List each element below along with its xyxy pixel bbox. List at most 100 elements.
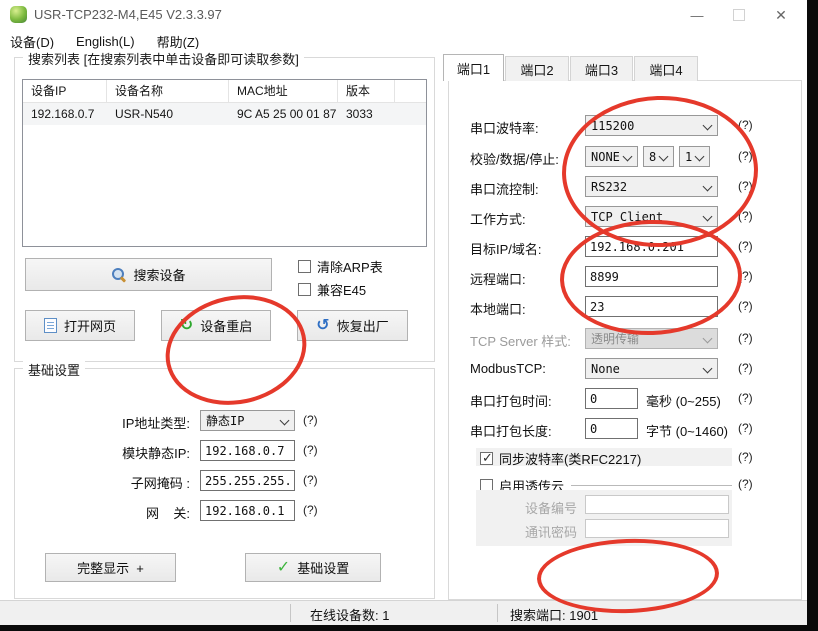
subnet-mask-field[interactable] [200, 470, 295, 491]
local-port-field[interactable] [585, 296, 718, 317]
status-bar: 在线设备数: 1 搜索端口: 1901 [0, 600, 807, 625]
flow-control-select[interactable]: RS232 [585, 176, 718, 197]
static-ip-field[interactable] [200, 440, 295, 461]
subnet-mask-help[interactable]: (?) [303, 473, 318, 487]
cell-version: 3033 [338, 103, 395, 125]
modbus-tcp-help[interactable]: (?) [738, 361, 753, 375]
restart-device-label: 设备重启 [200, 316, 252, 335]
menu-english[interactable]: English(L) [76, 34, 135, 49]
app-icon [10, 6, 27, 23]
static-ip-label: 模块静态IP: [25, 443, 190, 462]
full-display-button[interactable]: 完整显示 + [45, 553, 176, 582]
tab-port4[interactable]: 端口4 [634, 56, 698, 81]
basic-settings-group: 基础设置 IP地址类型: 静态IP (?) 模块静态IP: (?) 子网掩码 :… [14, 368, 435, 599]
parity-value: NONE [591, 150, 620, 164]
check-icon [277, 560, 290, 576]
flow-control-help[interactable]: (?) [738, 179, 753, 193]
compat-e45-checkbox[interactable]: 兼容E45 [298, 280, 366, 299]
parity-help[interactable]: (?) [738, 149, 753, 163]
basic-settings-apply-button[interactable]: 基础设置 [245, 553, 381, 582]
maximize-icon [733, 9, 745, 21]
static-ip-help[interactable]: (?) [303, 443, 318, 457]
pack-time-help[interactable]: (?) [738, 391, 753, 405]
cloud-enable-help[interactable]: (?) [738, 477, 753, 491]
work-mode-label: 工作方式: [470, 209, 526, 228]
local-port-label: 本地端口: [470, 299, 526, 318]
cloud-device-id-field[interactable] [585, 495, 729, 514]
work-mode-help[interactable]: (?) [738, 209, 753, 223]
cloud-password-label: 通讯密码 [476, 522, 577, 541]
modbus-tcp-select[interactable]: None [585, 358, 718, 379]
title-bar: USR-TCP232-M4,E45 V2.3.3.97 — ✕ [0, 0, 807, 30]
subnet-mask-label: 子网掩码 : [25, 473, 190, 492]
clear-arp-checkbox[interactable]: 清除ARP表 [298, 257, 383, 276]
pack-time-label: 串口打包时间: [470, 391, 552, 410]
search-device-button[interactable]: 搜索设备 [25, 258, 272, 291]
cloud-settings-box: 设备编号 通讯密码 [476, 490, 732, 546]
pack-length-unit: 字节 (0~1460) [646, 421, 728, 440]
dest-ip-field[interactable] [585, 236, 718, 257]
gateway-label: 网 关: [25, 503, 190, 522]
stop-bits-value: 1 [685, 150, 692, 164]
chevron-down-icon [280, 416, 290, 426]
work-mode-select[interactable]: TCP Client [585, 206, 718, 227]
dest-ip-label: 目标IP/域名: [470, 239, 542, 258]
parity-select[interactable]: NONE [585, 146, 638, 167]
ip-type-help[interactable]: (?) [303, 413, 318, 427]
ip-type-select[interactable]: 静态IP [200, 410, 295, 431]
sync-baud-help[interactable]: (?) [738, 450, 753, 464]
baud-rate-value: 115200 [591, 119, 634, 133]
factory-reset-button[interactable]: 恢复出厂 [297, 310, 408, 341]
maximize-button[interactable] [722, 0, 756, 30]
close-button[interactable]: ✕ [764, 0, 798, 30]
data-bits-select[interactable]: 8 [643, 146, 674, 167]
gateway-field[interactable] [200, 500, 295, 521]
tab-port2[interactable]: 端口2 [505, 56, 569, 81]
baud-rate-select[interactable]: 115200 [585, 115, 718, 136]
tab-port3[interactable]: 端口3 [570, 56, 633, 81]
dest-ip-help[interactable]: (?) [738, 239, 753, 253]
chevron-down-icon [695, 152, 705, 162]
col-device-name: 设备名称 [107, 80, 229, 102]
pack-time-unit: 毫秒 (0~255) [646, 391, 721, 410]
stop-bits-select[interactable]: 1 [679, 146, 710, 167]
restart-device-button[interactable]: 设备重启 [161, 310, 271, 341]
pack-time-field[interactable] [585, 388, 638, 409]
remote-port-field[interactable] [585, 266, 718, 287]
chevron-down-icon [703, 182, 713, 192]
device-table-row[interactable]: 192.168.0.7 USR-N540 9C A5 25 00 01 87 3… [23, 103, 426, 125]
sync-baud-checkbox[interactable]: 同步波特率(类RFC2217) [480, 449, 641, 468]
work-mode-value: TCP Client [591, 210, 663, 224]
baud-rate-help[interactable]: (?) [738, 118, 753, 132]
open-webpage-label: 打开网页 [64, 316, 116, 335]
sync-baud-label: 同步波特率(类RFC2217) [499, 449, 641, 468]
compat-e45-checkbox-box [298, 283, 311, 296]
tcp-server-style-select: 透明传输 [585, 328, 718, 349]
port-settings-panel: 端口1 端口2 端口3 端口4 串口波特率: 115200 (?) 校验/数据/… [443, 54, 804, 600]
modbus-tcp-value: None [591, 362, 620, 376]
tab-port1[interactable]: 端口1 [443, 54, 504, 81]
minimize-button[interactable]: — [680, 0, 714, 30]
col-device-ip: 设备IP [23, 80, 107, 102]
sync-baud-checkbox-box [480, 452, 493, 465]
parity-data-stop-label: 校验/数据/停止: [470, 149, 559, 168]
gateway-help[interactable]: (?) [303, 503, 318, 517]
device-table-header: 设备IP 设备名称 MAC地址 版本 [23, 80, 426, 103]
open-webpage-button[interactable]: 打开网页 [25, 310, 135, 341]
remote-port-label: 远程端口: [470, 269, 526, 288]
local-port-help[interactable]: (?) [738, 299, 753, 313]
cloud-group-divider [571, 485, 732, 486]
factory-reset-label: 恢复出厂 [337, 316, 389, 335]
full-display-label: 完整显示 + [77, 558, 144, 577]
tcp-server-style-help[interactable]: (?) [738, 331, 753, 345]
ip-type-label: IP地址类型: [25, 413, 190, 432]
cloud-device-id-label: 设备编号 [476, 498, 577, 517]
tcp-server-style-value: 透明传输 [591, 330, 639, 347]
search-device-label: 搜索设备 [133, 265, 185, 284]
cloud-password-field[interactable] [585, 519, 729, 538]
pack-length-help[interactable]: (?) [738, 421, 753, 435]
search-icon [111, 267, 126, 282]
search-port-status: 搜索端口: 1901 [510, 605, 598, 624]
remote-port-help[interactable]: (?) [738, 269, 753, 283]
pack-length-field[interactable] [585, 418, 638, 439]
